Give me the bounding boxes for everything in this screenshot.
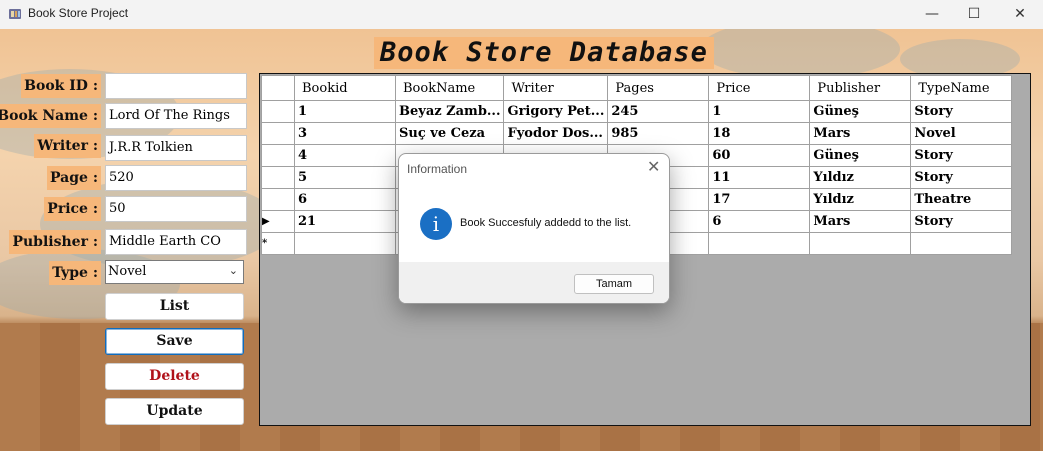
table-cell[interactable]: Suç ve Ceza — [394, 122, 505, 145]
column-header[interactable]: Pages — [607, 75, 710, 101]
page-label: Page : — [47, 166, 101, 190]
table-cell[interactable]: 18 — [708, 122, 811, 145]
column-header[interactable]: TypeName — [910, 75, 1013, 101]
information-dialog: Information ✕ i Book Succesfuly addedd t… — [398, 153, 670, 304]
dialog-message: Book Succesfuly addedd to the list. — [460, 217, 632, 229]
table-cell[interactable]: Güneş — [809, 100, 912, 123]
row-header[interactable]: ▶ — [261, 210, 295, 233]
table-cell[interactable]: Story — [910, 210, 1013, 233]
table-cell[interactable]: 60 — [708, 144, 811, 167]
dialog-footer: Tamam — [399, 262, 669, 303]
table-cell[interactable]: Yıldız — [809, 188, 912, 211]
table-cell[interactable]: 6 — [708, 210, 811, 233]
window-title: Book Store Project — [28, 6, 129, 20]
table-cell[interactable]: 1 — [708, 100, 811, 123]
type-label: Type : — [49, 261, 101, 285]
page-title: Book Store Database — [374, 37, 714, 69]
column-header[interactable]: Writer — [503, 75, 609, 101]
table-cell[interactable]: 6 — [294, 188, 396, 211]
table-cell[interactable] — [294, 232, 396, 255]
row-header[interactable] — [261, 188, 295, 211]
delete-button[interactable]: Delete — [105, 363, 244, 390]
main-form: Book Store Database Book ID : Book Name … — [0, 29, 1043, 451]
type-select[interactable]: Novel ⌄ — [105, 260, 244, 284]
table-cell[interactable]: Beyaz Zamb... — [394, 100, 505, 123]
ok-button[interactable]: Tamam — [574, 274, 654, 294]
title-bar: Book Store Project — ☐ ✕ — [0, 0, 1043, 29]
table-cell[interactable]: 245 — [607, 100, 710, 123]
table-cell[interactable]: Theatre — [910, 188, 1013, 211]
type-select-value: Novel — [108, 264, 147, 279]
book-name-label: Book Name : — [0, 104, 101, 128]
table-cell[interactable]: Story — [910, 144, 1013, 167]
row-header[interactable] — [261, 144, 295, 167]
save-button[interactable]: Save — [105, 328, 244, 355]
table-cell[interactable]: Mars — [809, 122, 912, 145]
table-cell[interactable]: 17 — [708, 188, 811, 211]
table-cell[interactable]: Story — [910, 166, 1013, 189]
writer-label: Writer : — [34, 134, 101, 158]
table-cell[interactable] — [809, 232, 912, 255]
table-header-row: Bookid BookName Writer Pages Price Publi… — [261, 75, 1013, 101]
table-cell[interactable]: Story — [910, 100, 1013, 123]
table-cell[interactable]: Mars — [809, 210, 912, 233]
page-field[interactable]: 520 — [105, 165, 247, 191]
app-window: Book Store Project — ☐ ✕ Book Store Data… — [0, 0, 1043, 451]
table-cell[interactable]: 985 — [607, 122, 710, 145]
table-cell[interactable]: 1 — [294, 100, 396, 123]
app-icon — [9, 9, 21, 19]
table-cell[interactable]: 5 — [294, 166, 396, 189]
background-cloud — [700, 29, 900, 79]
writer-field[interactable]: J.R.R Tolkien — [105, 135, 247, 161]
table-cell[interactable]: 4 — [294, 144, 396, 167]
column-header[interactable]: Bookid — [294, 75, 396, 101]
table-row[interactable]: 1 Beyaz Zamb... Grigory Pet... 245 1 Güneş Sto… — [261, 100, 1013, 123]
row-header[interactable]: * — [261, 232, 295, 255]
book-name-field[interactable]: Lord Of The Rings — [105, 103, 247, 129]
table-cell[interactable]: Güneş — [809, 144, 912, 167]
maximize-button[interactable]: ☐ — [951, 0, 997, 29]
close-button[interactable]: ✕ — [997, 0, 1043, 29]
minimize-button[interactable]: — — [909, 0, 955, 29]
row-header[interactable] — [261, 100, 295, 123]
table-cell[interactable]: 21 — [294, 210, 396, 233]
table-cell[interactable] — [708, 232, 811, 255]
publisher-field[interactable]: Middle Earth CO — [105, 229, 247, 255]
dialog-close-icon[interactable]: ✕ — [647, 157, 660, 177]
row-header[interactable] — [261, 166, 295, 189]
column-header[interactable]: BookName — [394, 75, 505, 101]
table-cell[interactable]: Fyodor Dos... — [503, 122, 609, 145]
table-cell[interactable]: Grigory Pet... — [503, 100, 609, 123]
table-cell[interactable]: Yıldız — [809, 166, 912, 189]
row-header[interactable] — [261, 122, 295, 145]
list-button[interactable]: List — [105, 293, 244, 320]
price-field[interactable]: 50 — [105, 196, 247, 222]
info-icon: i — [420, 208, 452, 240]
table-cell[interactable]: 3 — [294, 122, 396, 145]
book-id-label: Book ID : — [21, 74, 101, 98]
table-cell[interactable]: Novel — [910, 122, 1013, 145]
price-label: Price : — [44, 197, 101, 221]
chevron-down-icon: ⌄ — [228, 264, 238, 277]
column-header[interactable]: Price — [708, 75, 811, 101]
update-button[interactable]: Update — [105, 398, 244, 425]
column-header[interactable]: Publisher — [809, 75, 912, 101]
table-cell[interactable] — [910, 232, 1013, 255]
publisher-label: Publisher : — [9, 230, 101, 254]
row-header-corner — [261, 75, 295, 101]
table-cell[interactable]: 11 — [708, 166, 811, 189]
dialog-title: Information — [407, 162, 468, 176]
table-row[interactable]: 3 Suç ve Ceza Fyodor Dos... 985 18 Mars Novel — [261, 122, 1013, 145]
book-id-field[interactable] — [105, 73, 247, 99]
